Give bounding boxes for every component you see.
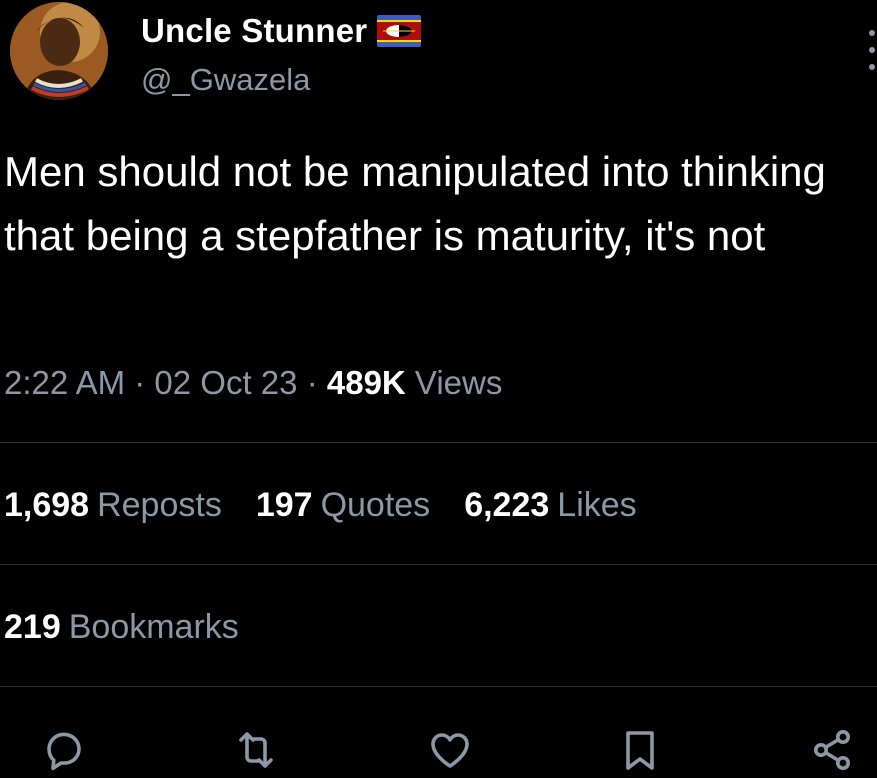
reposts-stat[interactable]: 1,698 Reposts [4, 486, 222, 525]
quotes-count: 197 [255, 486, 313, 524]
avatar[interactable] [10, 2, 108, 100]
divider [0, 442, 877, 443]
heart-icon [431, 733, 469, 768]
more-vertical-icon[interactable] [866, 30, 877, 70]
bookmark-button[interactable] [614, 724, 666, 776]
tweet-time[interactable]: 2:22 AM [4, 364, 125, 401]
tweet-date[interactable]: 02 Oct 23 [154, 364, 297, 401]
meta-separator: · [134, 364, 146, 401]
views-label[interactable]: Views [415, 364, 502, 401]
tweet-metadata: 2:22 AM · 02 Oct 23 · 489K Views [4, 364, 502, 402]
reply-icon [47, 732, 81, 771]
like-button[interactable] [424, 724, 476, 776]
divider [0, 686, 877, 687]
avatar-image [10, 2, 108, 100]
likes-count: 6,223 [464, 486, 550, 524]
engagement-stats: 1,698 Reposts 197 Quotes 6,223 Likes [4, 486, 637, 525]
reposts-count: 1,698 [4, 486, 90, 524]
likes-stat[interactable]: 6,223 Likes [464, 486, 636, 525]
share-icon [814, 730, 850, 770]
meta-separator: · [306, 364, 318, 401]
quotes-stat[interactable]: 197 Quotes [256, 486, 430, 525]
author-display-name[interactable]: Uncle Stunner [141, 12, 367, 50]
bookmarks-stat[interactable]: 219 Bookmarks [4, 608, 239, 647]
share-button[interactable] [806, 724, 858, 776]
bookmarks-label: Bookmarks [68, 608, 239, 646]
reposts-label: Reposts [97, 486, 222, 524]
repost-button[interactable] [230, 724, 282, 776]
repost-icon [239, 732, 273, 768]
bookmarks-count: 219 [4, 608, 61, 646]
reply-button[interactable] [38, 724, 90, 776]
tweet-text: Men should not be manipulated into think… [4, 148, 826, 259]
divider [0, 564, 877, 565]
bookmark-icon [626, 731, 654, 770]
views-count[interactable]: 489K [327, 364, 406, 401]
quotes-label: Quotes [320, 486, 431, 524]
author-handle[interactable]: @_Gwazela [141, 62, 310, 98]
author-display-name-row[interactable]: Uncle Stunner [141, 12, 422, 50]
likes-label: Likes [557, 486, 637, 524]
eswatini-flag-icon [377, 15, 422, 47]
